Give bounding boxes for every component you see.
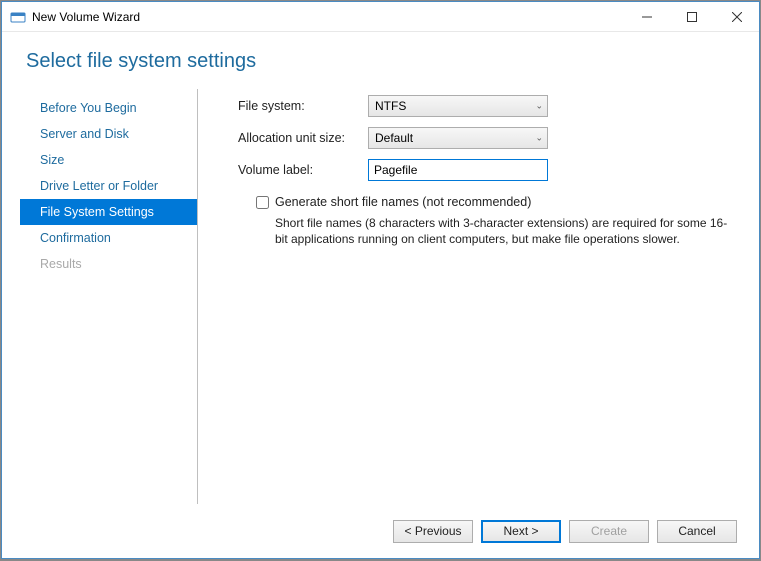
window-controls [624,2,759,31]
file-system-value: NTFS [375,99,406,113]
allocation-row: Allocation unit size: Default ⌄ [238,127,729,149]
content-area: Before You Begin Server and Disk Size Dr… [2,89,759,504]
app-icon [10,9,26,25]
volume-label-input[interactable] [368,159,548,181]
volume-label-row: Volume label: [238,159,729,181]
step-before-you-begin[interactable]: Before You Begin [26,95,197,121]
short-names-description: Short file names (8 characters with 3-ch… [275,215,729,247]
form-area: File system: NTFS ⌄ Allocation unit size… [198,89,735,504]
short-names-label: Generate short file names (not recommend… [275,195,531,209]
previous-button[interactable]: < Previous [393,520,473,543]
wizard-window: New Volume Wizard Select file system set… [1,1,760,559]
step-confirmation[interactable]: Confirmation [26,225,197,251]
titlebar: New Volume Wizard [2,2,759,32]
minimize-button[interactable] [624,2,669,31]
cancel-button[interactable]: Cancel [657,520,737,543]
wizard-body: Select file system settings Before You B… [2,32,759,558]
footer-buttons: < Previous Next > Create Cancel [2,504,759,558]
create-button: Create [569,520,649,543]
window-title: New Volume Wizard [32,10,624,24]
allocation-combo[interactable]: Default ⌄ [368,127,548,149]
step-size[interactable]: Size [26,147,197,173]
short-names-checkbox[interactable] [256,196,269,209]
allocation-label: Allocation unit size: [238,131,368,145]
next-button[interactable]: Next > [481,520,561,543]
maximize-button[interactable] [669,2,714,31]
step-file-system-settings[interactable]: File System Settings [20,199,197,225]
file-system-combo[interactable]: NTFS ⌄ [368,95,548,117]
step-results: Results [26,251,197,277]
allocation-value: Default [375,131,413,145]
step-sidebar: Before You Begin Server and Disk Size Dr… [26,89,198,504]
step-server-and-disk[interactable]: Server and Disk [26,121,197,147]
page-title: Select file system settings [2,32,759,89]
step-drive-letter[interactable]: Drive Letter or Folder [26,173,197,199]
file-system-label: File system: [238,99,368,113]
file-system-row: File system: NTFS ⌄ [238,95,729,117]
short-names-row: Generate short file names (not recommend… [238,195,729,209]
close-button[interactable] [714,2,759,31]
chevron-down-icon: ⌄ [535,133,543,144]
volume-label-label: Volume label: [238,163,368,177]
chevron-down-icon: ⌄ [535,101,543,112]
